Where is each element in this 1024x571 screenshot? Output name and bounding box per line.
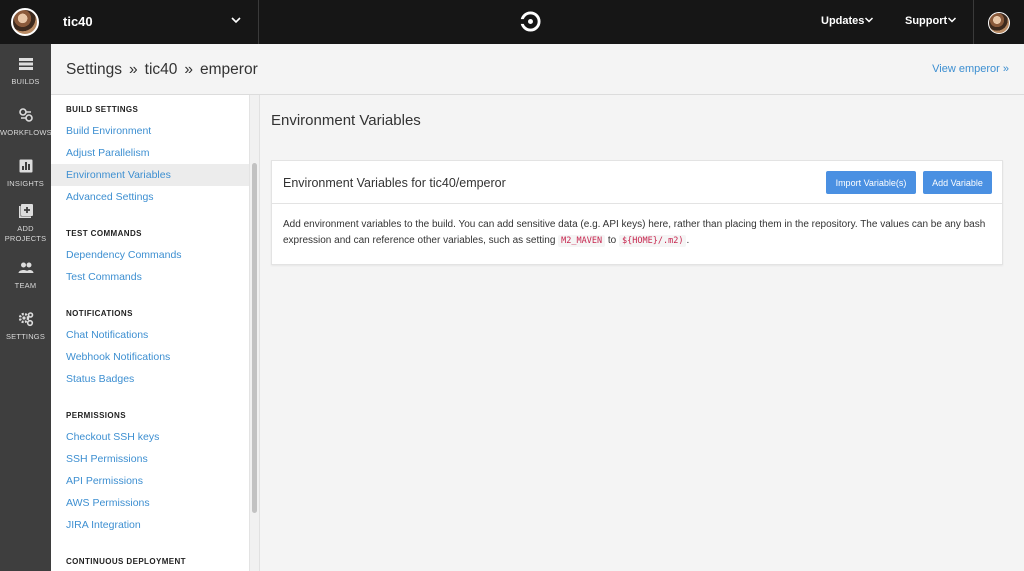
- org-avatar[interactable]: [11, 8, 39, 36]
- settings-icon: [18, 312, 33, 327]
- add-variable-button[interactable]: Add Variable: [923, 171, 992, 194]
- circleci-logo-icon[interactable]: [520, 11, 541, 32]
- env-vars-card: Environment Variables for tic40/emperor …: [271, 160, 1003, 265]
- main-content: Environment Variables Environment Variab…: [259, 95, 1024, 571]
- view-project-link[interactable]: View emperor »: [932, 63, 1009, 75]
- rail-item-insights[interactable]: INSIGHTS: [0, 158, 51, 189]
- nav-dependency-commands[interactable]: Dependency Commands: [66, 249, 182, 261]
- rail-label: WORKFLOWS: [0, 128, 52, 137]
- rail-item-workflows[interactable]: WORKFLOWS: [0, 107, 52, 138]
- rail-label: BUILDS: [11, 77, 40, 86]
- chevron-down-icon[interactable]: [230, 13, 242, 27]
- nav-aws-permissions[interactable]: AWS Permissions: [66, 497, 150, 509]
- page-header: Settings » tic40 » emperor View emperor »: [51, 44, 1024, 95]
- breadcrumb-project[interactable]: emperor: [200, 61, 258, 78]
- rail-label-line: PROJECTS: [4, 234, 47, 243]
- nav-chat-notifications[interactable]: Chat Notifications: [66, 329, 148, 341]
- rail-label: SETTINGS: [5, 332, 46, 341]
- nav-build-environment[interactable]: Build Environment: [66, 125, 151, 137]
- nav-advanced-settings[interactable]: Advanced Settings: [66, 191, 154, 203]
- description-text: to: [607, 235, 617, 246]
- section-heading-notifications: NOTIFICATIONS: [66, 309, 133, 318]
- divider: [973, 0, 974, 44]
- org-name[interactable]: tic40: [63, 14, 93, 29]
- section-heading-continuous-deployment: CONTINUOUS DEPLOYMENT: [66, 557, 186, 566]
- section-heading-permissions: PERMISSIONS: [66, 411, 126, 420]
- insights-icon: [19, 159, 32, 173]
- chevron-down-icon[interactable]: [947, 15, 957, 25]
- section-heading-test-commands: TEST COMMANDS: [66, 229, 142, 238]
- nav-webhook-notifications[interactable]: Webhook Notifications: [66, 351, 170, 363]
- team-icon: [18, 262, 33, 273]
- breadcrumb: Settings » tic40 » emperor: [66, 61, 258, 79]
- breadcrumb-settings[interactable]: Settings: [66, 61, 122, 78]
- builds-icon: [18, 58, 33, 70]
- nav-test-commands[interactable]: Test Commands: [66, 271, 142, 283]
- rail-label: INSIGHTS: [6, 179, 45, 188]
- rail-label-line: ADD: [17, 224, 34, 233]
- rail-item-team[interactable]: TEAM: [0, 260, 51, 291]
- nav-ssh-permissions[interactable]: SSH Permissions: [66, 453, 148, 465]
- settings-sidebar: BUILD SETTINGS Build Environment Adjust …: [51, 95, 249, 571]
- card-description: Add environment variables to the build. …: [283, 217, 995, 249]
- nav-environment-variables[interactable]: Environment Variables: [66, 169, 171, 181]
- breadcrumb-separator: »: [184, 61, 194, 78]
- rail-item-builds[interactable]: BUILDS: [0, 56, 51, 87]
- breadcrumb-org[interactable]: tic40: [145, 61, 178, 78]
- nav-adjust-parallelism[interactable]: Adjust Parallelism: [66, 147, 149, 159]
- breadcrumb-separator: »: [129, 61, 138, 78]
- updates-menu[interactable]: Updates: [821, 15, 864, 27]
- nav-checkout-ssh-keys[interactable]: Checkout SSH keys: [66, 431, 159, 443]
- import-variables-button[interactable]: Import Variable(s): [826, 171, 916, 194]
- user-avatar[interactable]: [988, 12, 1010, 34]
- nav-api-permissions[interactable]: API Permissions: [66, 475, 143, 487]
- rail-label: TEAM: [14, 281, 37, 290]
- code-snippet: M2_MAVEN: [558, 235, 606, 247]
- nav-status-badges[interactable]: Status Badges: [66, 373, 134, 385]
- nav-jira-integration[interactable]: JIRA Integration: [66, 519, 141, 531]
- workflows-icon: [18, 108, 33, 122]
- code-snippet: ${HOME}/.m2): [619, 235, 687, 247]
- rail-item-add-projects[interactable]: ADD PROJECTS: [0, 203, 51, 244]
- divider: [258, 0, 259, 44]
- page-title: Environment Variables: [271, 112, 421, 129]
- add-projects-icon: [18, 204, 33, 218]
- scrollbar-thumb[interactable]: [252, 163, 257, 513]
- description-text: .: [686, 235, 690, 246]
- sidebar-scrollbar[interactable]: [249, 95, 259, 571]
- card-title: Environment Variables for tic40/emperor: [283, 176, 506, 190]
- card-header: Environment Variables for tic40/emperor …: [272, 161, 1002, 204]
- section-heading-build-settings: BUILD SETTINGS: [66, 105, 139, 114]
- icon-rail: BUILDS WORKFLOWS INSIGHTS ADD PROJECTS TE…: [0, 44, 52, 571]
- rail-label: ADD PROJECTS: [0, 224, 51, 244]
- chevron-down-icon[interactable]: [864, 15, 874, 25]
- top-bar: tic40 Updates Support: [0, 0, 1024, 44]
- rail-item-settings[interactable]: SETTINGS: [0, 311, 51, 342]
- support-menu[interactable]: Support: [905, 15, 947, 27]
